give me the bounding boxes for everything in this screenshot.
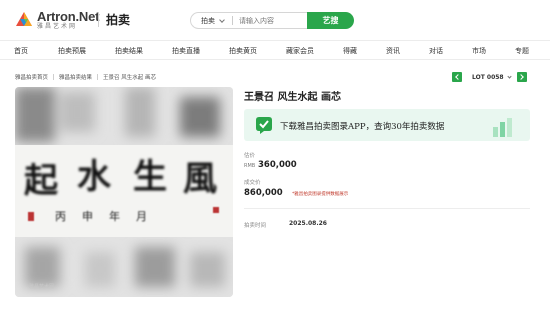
logo-divider: [98, 12, 99, 27]
artron-logo[interactable]: Artron.Net 雅昌艺术网: [14, 9, 99, 31]
search-box: 拍卖: [190, 12, 307, 29]
main-nav: 首页 拍卖预展 拍卖结果 拍卖直播 拍卖黄页 藏家会员 得藏 资讯 对话 市场 …: [0, 40, 550, 60]
lot-number: LOT 0058: [472, 73, 504, 81]
next-lot-button[interactable]: [517, 72, 527, 82]
nav-item-dialogue[interactable]: 对话: [429, 46, 443, 56]
banner-text: 下载雅昌拍卖图录APP，查询30年拍卖数据: [280, 122, 445, 132]
breadcrumb: 雅昌拍卖首页 雅昌拍卖结果 王景召 风生水起 画芯: [15, 73, 156, 81]
lot-navigation: LOT 0058: [452, 72, 527, 82]
nav-item-topics[interactable]: 专题: [515, 46, 529, 56]
artron-logo-icon: [14, 10, 34, 30]
chevron-down-icon: [219, 16, 225, 23]
bar-chart-icon: [490, 115, 518, 137]
data-source-note: *雅昌拍卖图录提供数据展示: [292, 192, 349, 197]
section-title: 拍卖: [106, 13, 131, 27]
nav-item-news[interactable]: 资讯: [386, 46, 400, 56]
nav-item-preview[interactable]: 拍卖预展: [58, 46, 86, 56]
estimate-label: 估价: [244, 153, 256, 159]
calligraphy-content: 起 水 生 風 丙申年月 雅昌艺术网: [15, 87, 233, 297]
breadcrumb-separator: [97, 74, 99, 80]
logo-subtitle: 雅昌艺术网: [37, 23, 78, 30]
breadcrumb-item[interactable]: 雅昌拍卖结果: [59, 73, 92, 81]
nav-item-collector[interactable]: 藏家会员: [286, 46, 314, 56]
calligraphy-char: 起: [24, 161, 58, 201]
logo-wordmark: Artron.Net: [37, 9, 100, 24]
nav-item-home[interactable]: 首页: [14, 46, 28, 56]
chevron-down-icon: [506, 73, 512, 79]
section-divider: [244, 208, 530, 209]
app-download-banner[interactable]: 下载雅昌拍卖图录APP，查询30年拍卖数据: [244, 109, 530, 141]
search-input[interactable]: [239, 16, 299, 25]
nav-item-live[interactable]: 拍卖直播: [172, 46, 200, 56]
search-divider: [232, 16, 233, 25]
deal-price-value: 860,000: [244, 188, 283, 198]
estimate-value: 360,000: [258, 160, 297, 170]
nav-item-market[interactable]: 市场: [472, 46, 486, 56]
search-category-label: 拍卖: [201, 16, 215, 25]
search-category-select[interactable]: 拍卖: [201, 16, 225, 26]
nav-item-decang[interactable]: 得藏: [343, 46, 357, 56]
image-watermark: 雅昌艺术网: [29, 284, 55, 290]
artwork-inscription: 丙申年月: [55, 210, 163, 223]
breadcrumb-current: 王景召 风生水起 画芯: [103, 75, 157, 81]
calligraphy-char: 水: [77, 157, 111, 197]
auction-time-label: 拍卖时间: [244, 223, 267, 229]
search-button[interactable]: 艺搜: [307, 12, 354, 29]
nav-item-yellow-pages[interactable]: 拍卖黄页: [229, 46, 257, 56]
nav-item-results[interactable]: 拍卖结果: [115, 46, 143, 56]
deal-price-label: 成交价: [244, 180, 261, 186]
seal-stamp: [213, 207, 219, 213]
seal-stamp: [28, 212, 34, 221]
previous-lot-button[interactable]: [452, 72, 462, 82]
auction-time-value: 2025.08.26: [289, 220, 327, 227]
calligraphy-char: 風: [183, 159, 217, 199]
lot-title: 王景召 风生水起 画芯: [244, 92, 341, 103]
artwork-image[interactable]: 起 水 生 風 丙申年月 雅昌艺术网: [15, 87, 233, 297]
app-logo-icon: [254, 116, 274, 134]
estimate-currency: RMB: [244, 163, 256, 169]
breadcrumb-item[interactable]: 雅昌拍卖首页: [15, 73, 48, 81]
calligraphy-char: 生: [133, 157, 167, 197]
breadcrumb-separator: [53, 74, 55, 80]
top-header: Artron.Net 雅昌艺术网 拍卖 拍卖 艺搜: [0, 0, 550, 40]
lot-selector[interactable]: LOT 0058: [472, 74, 517, 81]
